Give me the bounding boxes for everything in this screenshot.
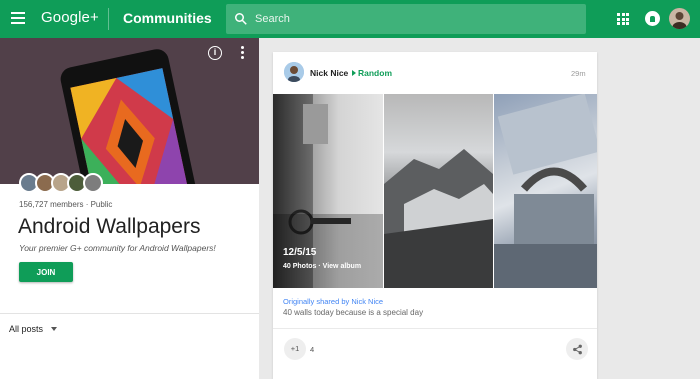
section-title: Communities bbox=[123, 10, 212, 26]
album-date: 12/5/15 bbox=[283, 247, 317, 258]
member-avatars[interactable] bbox=[19, 173, 103, 193]
info-icon[interactable]: i bbox=[208, 46, 222, 60]
posts-filter-dropdown[interactable]: All posts bbox=[9, 324, 58, 334]
community-card: i 156,727 members · Public Android Wallp… bbox=[0, 38, 259, 379]
plus-one-count: 4 bbox=[310, 345, 315, 354]
members-count: 156,727 members · Public bbox=[19, 200, 113, 209]
share-icon bbox=[572, 344, 582, 354]
header-divider bbox=[108, 8, 109, 30]
apps-icon[interactable] bbox=[617, 13, 629, 25]
chevron-down-icon bbox=[51, 327, 58, 331]
divider bbox=[0, 313, 259, 314]
plus-one-button[interactable]: +1 bbox=[284, 338, 306, 360]
search-input[interactable] bbox=[255, 13, 575, 25]
album-photo[interactable] bbox=[384, 94, 493, 288]
album-photo[interactable] bbox=[494, 94, 597, 288]
post-author-avatar[interactable] bbox=[284, 62, 304, 82]
post-card: Nick Nice Random 29m 12/5/15 40 Photos ·… bbox=[273, 52, 597, 379]
avatar[interactable] bbox=[83, 173, 103, 193]
view-album-link[interactable]: 40 Photos · View album bbox=[283, 263, 361, 270]
posts-filter-label: All posts bbox=[9, 324, 44, 334]
divider bbox=[273, 328, 597, 329]
search-icon bbox=[235, 13, 247, 25]
more-vert-icon[interactable] bbox=[241, 46, 245, 60]
google-plus-logo[interactable]: Google+ bbox=[41, 9, 99, 26]
join-button[interactable]: JOIN bbox=[19, 262, 73, 282]
community-tagline: Your premier G+ community for Android Wa… bbox=[19, 243, 216, 253]
album-photo[interactable]: 12/5/15 40 Photos · View album bbox=[273, 94, 383, 288]
share-button[interactable] bbox=[566, 338, 588, 360]
community-name: Android Wallpapers bbox=[18, 215, 201, 238]
shared-by-link[interactable]: Originally shared by Nick Nice bbox=[283, 297, 383, 306]
community-cover-image: i bbox=[0, 38, 259, 184]
account-avatar[interactable] bbox=[669, 8, 690, 29]
arrow-right-icon bbox=[352, 70, 356, 76]
search-bar[interactable] bbox=[226, 4, 586, 34]
top-app-bar: Google+ Communities bbox=[0, 0, 700, 38]
menu-icon[interactable] bbox=[11, 12, 25, 26]
post-text: 40 walls today because is a special day bbox=[283, 308, 424, 317]
post-author-name[interactable]: Nick Nice bbox=[310, 68, 348, 78]
post-category[interactable]: Random bbox=[358, 68, 392, 78]
photo-album[interactable]: 12/5/15 40 Photos · View album bbox=[273, 94, 597, 288]
notifications-icon[interactable] bbox=[645, 11, 660, 26]
post-timestamp[interactable]: 29m bbox=[571, 69, 586, 78]
